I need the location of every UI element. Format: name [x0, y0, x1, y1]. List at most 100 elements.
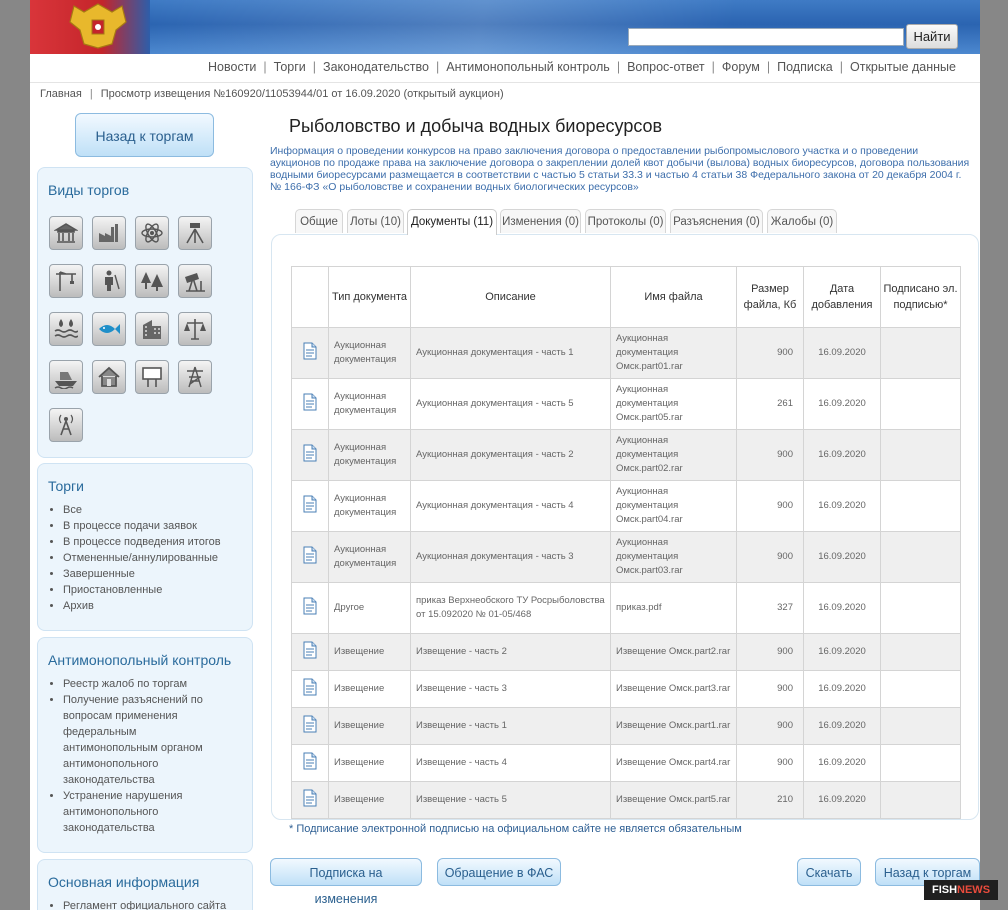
trade-type-tile[interactable]: [178, 264, 212, 298]
trade-type-tile[interactable]: [49, 408, 83, 442]
trades-item-cancelled[interactable]: Отмененные/аннулированные: [63, 550, 252, 566]
tab-clarifications[interactable]: Разъяснения (0): [670, 209, 763, 233]
doc-icon-cell[interactable]: [291, 781, 329, 819]
document-icon[interactable]: [302, 678, 318, 696]
trade-type-tile[interactable]: [92, 360, 126, 394]
trade-type-tile[interactable]: [178, 216, 212, 250]
document-icon[interactable]: [302, 393, 318, 411]
back-to-trades-button[interactable]: Назад к торгам: [75, 113, 214, 157]
nav-news[interactable]: Новости: [208, 60, 256, 74]
trade-type-tile[interactable]: [49, 216, 83, 250]
page-description: Информация о проведении конкурсов на пра…: [270, 145, 970, 193]
trade-type-tile[interactable]: [49, 312, 83, 346]
trades-item-suspended[interactable]: Приостановленные: [63, 582, 252, 598]
trades-item-completed[interactable]: Завершенные: [63, 566, 252, 582]
fas-appeal-button[interactable]: Обращение в ФАС: [437, 858, 561, 886]
tab-general[interactable]: Общие: [295, 209, 343, 233]
nav-legislation[interactable]: Законодательство: [323, 60, 429, 74]
doc-filename-cell[interactable]: Аукционная документация Омск.part03.rar: [610, 531, 737, 583]
trades-item-all[interactable]: Все: [63, 502, 252, 518]
doc-icon-cell[interactable]: [291, 378, 329, 430]
antimonopoly-item-complaints[interactable]: Реестр жалоб по торгам: [63, 676, 232, 692]
trade-type-tile[interactable]: [92, 216, 126, 250]
doc-filename-cell[interactable]: Аукционная документация Омск.part04.rar: [610, 480, 737, 532]
doc-filename-cell[interactable]: Извещение Омск.part5.rar: [610, 781, 737, 819]
coat-of-arms-icon: [69, 3, 127, 49]
trades-item-archive[interactable]: Архив: [63, 598, 252, 614]
search-button[interactable]: Найти: [906, 24, 958, 49]
doc-filename-cell[interactable]: Аукционная документация Омск.part02.rar: [610, 429, 737, 481]
doc-filename-cell[interactable]: Извещение Омск.part4.rar: [610, 744, 737, 782]
document-icon[interactable]: [302, 597, 318, 615]
header-description: Описание: [410, 266, 611, 328]
table-row: Аукционная документация Аукционная докуме…: [291, 327, 961, 379]
antimonopoly-item-violations[interactable]: Устранение нарушения антимонопольного за…: [63, 788, 232, 836]
nav-forum[interactable]: Форум: [722, 60, 760, 74]
document-icon[interactable]: [302, 752, 318, 770]
tab-lots[interactable]: Лоты (10): [347, 209, 404, 233]
tab-changes[interactable]: Изменения (0): [500, 209, 581, 233]
main-info-item-regulations[interactable]: Регламент официального сайта: [63, 898, 252, 910]
trade-type-tile[interactable]: [92, 264, 126, 298]
doc-icon-cell[interactable]: [291, 633, 329, 671]
nav-trades[interactable]: Торги: [274, 60, 306, 74]
doc-icon-cell[interactable]: [291, 582, 329, 634]
breadcrumb-home[interactable]: Главная: [40, 88, 82, 100]
search-input[interactable]: [628, 28, 904, 46]
doc-filename-cell[interactable]: Извещение Омск.part1.rar: [610, 707, 737, 745]
nav-faq[interactable]: Вопрос-ответ: [627, 60, 705, 74]
trade-types-title: Виды торгов: [48, 182, 130, 198]
table-row: Извещение Извещение - часть 3 Извещение Ом…: [291, 670, 961, 708]
antimonopoly-item-clarifications[interactable]: Получение разъяснений по вопросам примен…: [63, 692, 232, 788]
trade-type-tile[interactable]: [135, 216, 169, 250]
trade-type-tile[interactable]: [178, 312, 212, 346]
doc-type-cell: Извещение: [328, 670, 411, 708]
document-icon[interactable]: [302, 495, 318, 513]
doc-icon-cell[interactable]: [291, 744, 329, 782]
doc-date-cell: 16.09.2020: [803, 480, 881, 532]
subscribe-changes-button[interactable]: Подписка на изменения: [270, 858, 422, 906]
trades-item-applications[interactable]: В процессе подачи заявок: [63, 518, 252, 534]
trade-type-tile[interactable]: [92, 312, 126, 346]
document-icon[interactable]: [302, 715, 318, 733]
doc-type-cell: Аукционная документация: [328, 327, 411, 379]
nav-open-data[interactable]: Открытые данные: [850, 60, 956, 74]
nav-subscription[interactable]: Подписка: [777, 60, 833, 74]
factory-icon: [99, 224, 118, 242]
doc-description-cell: Извещение - часть 4: [410, 744, 611, 782]
document-icon[interactable]: [302, 546, 318, 564]
trade-type-tile[interactable]: [49, 264, 83, 298]
document-icon[interactable]: [302, 444, 318, 462]
download-button[interactable]: Скачать: [797, 858, 861, 886]
tab-documents[interactable]: Документы (11): [407, 209, 497, 235]
doc-filename-cell[interactable]: приказ.pdf: [610, 582, 737, 634]
tab-protocols[interactable]: Протоколы (0): [585, 209, 666, 233]
trade-type-tile[interactable]: [135, 360, 169, 394]
doc-icon-cell[interactable]: [291, 327, 329, 379]
doc-filename-cell[interactable]: Аукционная документация Омск.part05.rar: [610, 378, 737, 430]
document-icon[interactable]: [302, 342, 318, 360]
table-row: Аукционная документация Аукционная докуме…: [291, 480, 961, 532]
document-icon[interactable]: [302, 789, 318, 807]
doc-filename-cell[interactable]: Аукционная документация Омск.part01.rar: [610, 327, 737, 379]
nav-antimonopoly[interactable]: Антимонопольный контроль: [446, 60, 610, 74]
doc-icon-cell[interactable]: [291, 480, 329, 532]
trade-type-tile[interactable]: [135, 264, 169, 298]
doc-icon-cell[interactable]: [291, 531, 329, 583]
doc-size-cell: 327: [736, 582, 804, 634]
doc-icon-cell[interactable]: [291, 429, 329, 481]
trade-type-tile[interactable]: [178, 360, 212, 394]
doc-size-cell: 900: [736, 633, 804, 671]
doc-signed-cell: [880, 429, 961, 481]
doc-icon-cell[interactable]: [291, 670, 329, 708]
nav-separator: |: [711, 60, 715, 74]
doc-filename-cell[interactable]: Извещение Омск.part2.rar: [610, 633, 737, 671]
doc-icon-cell[interactable]: [291, 707, 329, 745]
document-icon[interactable]: [302, 641, 318, 659]
tab-complaints[interactable]: Жалобы (0): [767, 209, 837, 233]
trade-type-tile[interactable]: [135, 312, 169, 346]
trades-item-summarizing[interactable]: В процессе подведения итогов: [63, 534, 252, 550]
doc-type-cell: Извещение: [328, 707, 411, 745]
doc-filename-cell[interactable]: Извещение Омск.part3.rar: [610, 670, 737, 708]
trade-type-tile[interactable]: [49, 360, 83, 394]
